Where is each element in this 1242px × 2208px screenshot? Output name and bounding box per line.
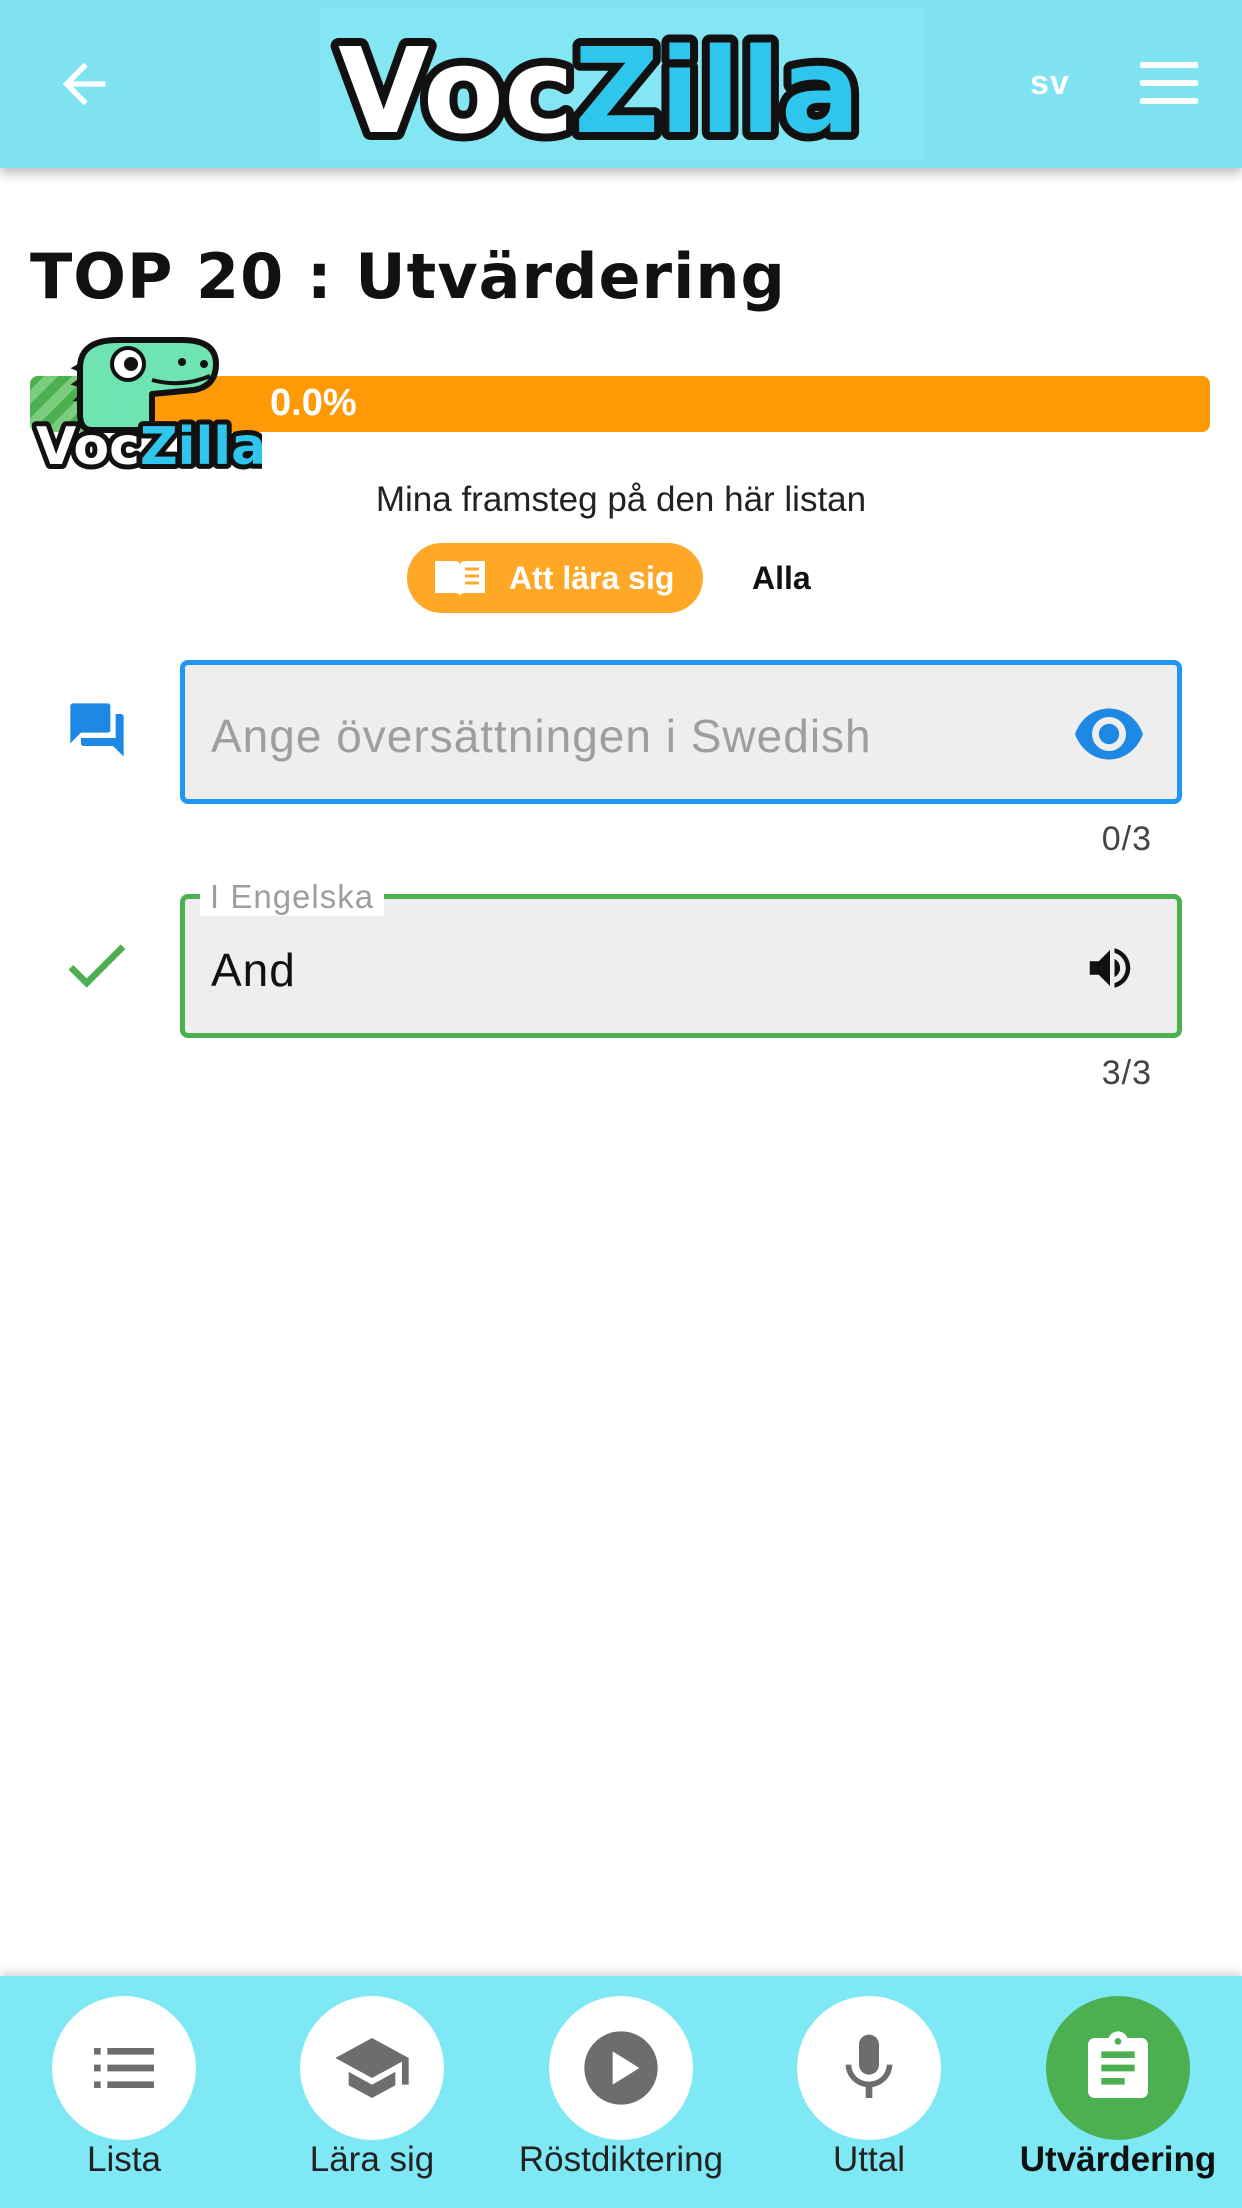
school-icon — [335, 2038, 409, 2098]
mic-icon — [845, 2034, 893, 2098]
toggle-all-button[interactable]: Alla — [752, 560, 811, 597]
nav-button-rostdiktering[interactable] — [549, 1996, 693, 2140]
voczilla-logo: VocZilla VocZilla — [320, 8, 924, 160]
bottom-navigation: Lista Lära sig Röstdiktering Uttal Utvär… — [0, 1976, 1242, 2208]
chat-icon — [70, 703, 124, 757]
toggle-learning-button[interactable]: Att lära sig — [407, 543, 703, 613]
nav-button-utvardering[interactable] — [1046, 1996, 1190, 2140]
svg-text:VocZilla: VocZilla — [36, 417, 262, 474]
answer-value: And — [211, 944, 296, 996]
progress-subtitle: Mina framsteg på den här listan — [375, 480, 867, 519]
nav-button-uttal[interactable] — [797, 1996, 941, 2140]
answer-counter: 3/3 — [1101, 1054, 1152, 1092]
nav-button-lista[interactable] — [52, 1996, 196, 2140]
translation-input-placeholder: Ange översättningen i Swedish — [211, 710, 872, 762]
book-icon — [435, 561, 485, 597]
nav-item-utvardering[interactable]: Utvärdering — [994, 1976, 1242, 2208]
page-title: TOP 20 : Utvärdering — [30, 240, 786, 313]
assignment-icon — [1088, 2031, 1148, 2098]
answer-field-label: I Engelska — [200, 878, 385, 916]
nav-button-lara-sig[interactable] — [300, 1996, 444, 2140]
list-icon — [94, 2048, 154, 2088]
play-icon — [584, 2031, 658, 2105]
language-selector[interactable]: sv — [1030, 64, 1070, 103]
voczilla-mascot-icon: VocZilla VocZilla — [32, 337, 262, 474]
question-counter: 0/3 — [1101, 820, 1152, 858]
nav-label-utvardering: Utvärdering — [1019, 2140, 1217, 2179]
check-icon — [68, 944, 126, 988]
app-bar: VocZilla VocZilla sv — [0, 0, 1242, 168]
translation-input[interactable]: Ange översättningen i Swedish — [180, 660, 1182, 804]
speaker-icon[interactable] — [1083, 941, 1137, 995]
hamburger-menu-icon[interactable] — [1140, 62, 1198, 106]
eye-icon[interactable] — [1075, 707, 1143, 761]
progress-percentage: 0.0% — [270, 382, 357, 424]
toggle-learning-label: Att lära sig — [509, 560, 675, 596]
back-arrow-icon[interactable] — [52, 52, 116, 116]
svg-text:VocZilla: VocZilla — [338, 22, 860, 160]
